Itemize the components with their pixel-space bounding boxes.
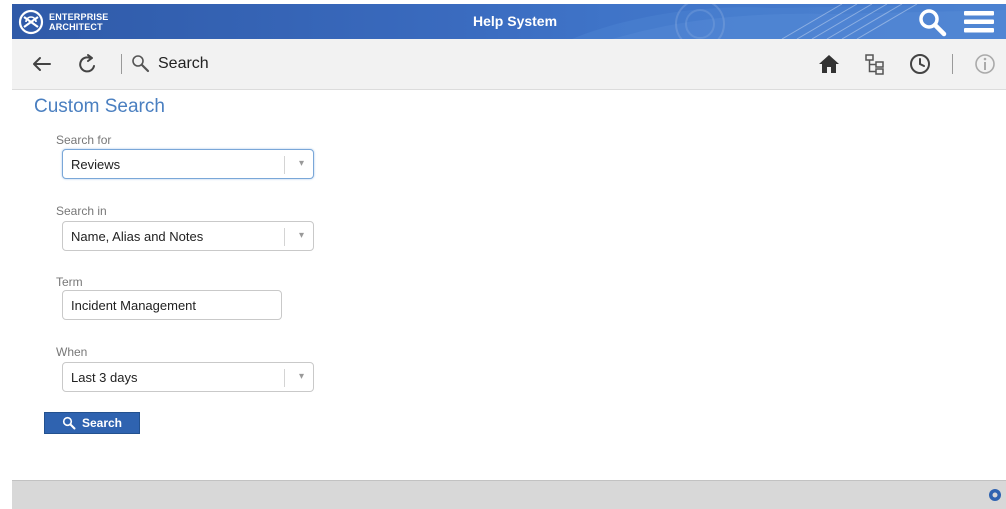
search-icon	[62, 416, 76, 430]
brand-text: ENTERPRISE ARCHITECT	[49, 12, 109, 32]
window-edge	[0, 4, 12, 509]
when-label: When	[56, 345, 88, 359]
home-icon[interactable]	[817, 52, 841, 76]
toolbar: Search	[12, 39, 1006, 90]
settings-icon[interactable]	[988, 488, 1002, 502]
search-small-icon	[132, 55, 150, 73]
brand-line-1: ENTERPRISE	[49, 12, 109, 22]
select-divider	[284, 228, 285, 246]
app-window: ENTERPRISE ARCHITECT Help System Search …	[0, 0, 1006, 509]
chevron-down-icon: ▾	[298, 371, 304, 382]
tree-icon[interactable]	[863, 52, 887, 76]
brand[interactable]: ENTERPRISE ARCHITECT	[18, 9, 109, 35]
chevron-down-icon: ▾	[298, 158, 304, 169]
refresh-icon[interactable]	[76, 52, 100, 76]
header-bar: ENTERPRISE ARCHITECT Help System	[12, 4, 1006, 39]
custom-search-panel: Custom Search Search for Reviews ▾ Searc…	[12, 90, 1006, 480]
search-in-value: Name, Alias and Notes	[71, 229, 204, 244]
search-for-label: Search for	[56, 133, 112, 147]
select-divider	[284, 369, 285, 387]
search-in-select[interactable]: Name, Alias and Notes ▾	[62, 221, 314, 251]
header-title: Help System	[473, 13, 558, 29]
hamburger-menu-icon[interactable]	[962, 9, 996, 35]
chevron-down-icon: ▾	[298, 230, 304, 241]
search-in-label: Search in	[56, 204, 107, 218]
search-button[interactable]: Search	[44, 412, 140, 434]
back-arrow-icon[interactable]	[30, 52, 54, 76]
when-value: Last 3 days	[71, 370, 138, 385]
toolbar-search-label: Search	[158, 55, 209, 72]
toolbar-separator	[952, 54, 953, 74]
status-bar	[12, 480, 1006, 509]
when-select[interactable]: Last 3 days ▾	[62, 362, 314, 392]
search-button-label: Search	[81, 416, 123, 430]
search-icon[interactable]	[917, 7, 947, 37]
select-divider	[284, 156, 285, 174]
info-icon[interactable]	[973, 52, 997, 76]
enterprise-architect-logo-icon	[18, 9, 44, 35]
brand-line-2: ARCHITECT	[49, 22, 103, 32]
page-title: Custom Search	[34, 96, 165, 117]
clock-icon[interactable]	[908, 52, 932, 76]
search-for-value: Reviews	[71, 157, 121, 172]
toolbar-separator	[121, 54, 122, 74]
search-for-select[interactable]: Reviews ▾	[62, 149, 314, 179]
term-input[interactable]: Incident Management	[62, 290, 282, 320]
term-label: Term	[56, 275, 83, 289]
